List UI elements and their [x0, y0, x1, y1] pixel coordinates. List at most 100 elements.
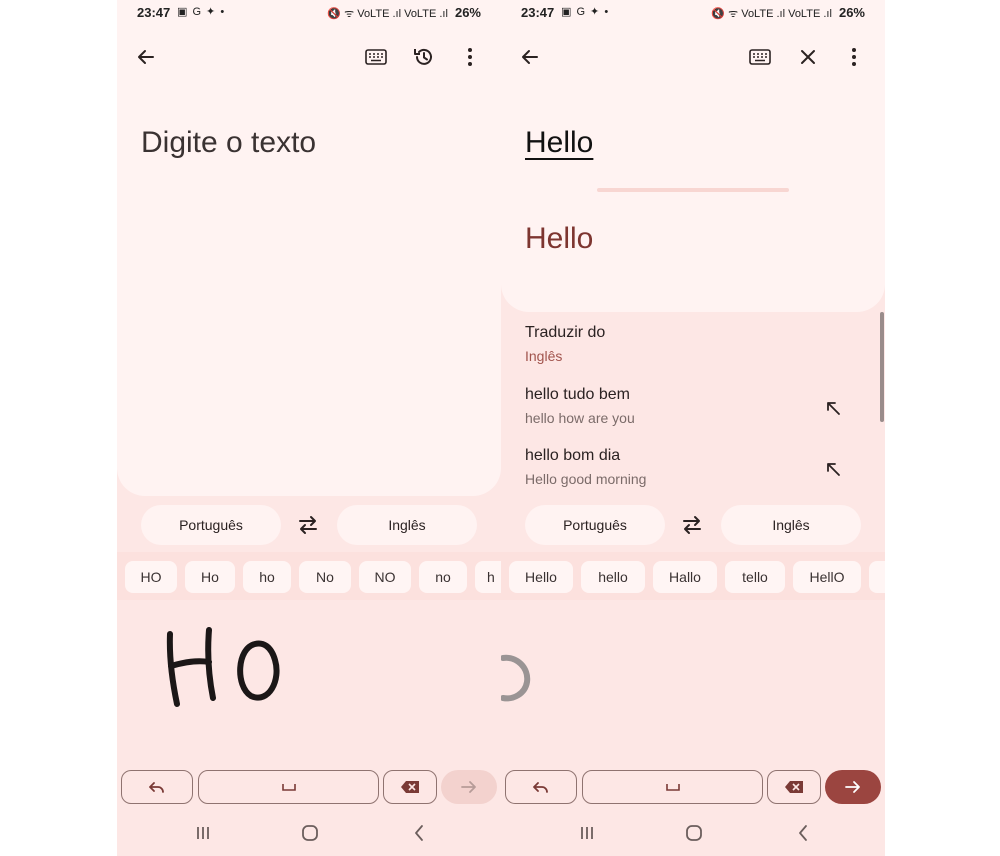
source-language-button[interactable]: Português [525, 505, 665, 545]
space-icon [281, 784, 296, 791]
arrow-up-left-icon [827, 463, 840, 476]
candidate-chip[interactable]: h [475, 561, 501, 593]
text-input-placeholder[interactable]: Digite o texto [141, 126, 316, 160]
candidate-chip[interactable]: ho [243, 561, 291, 593]
keyboard-button[interactable] [743, 40, 777, 74]
phone-screen-left: 23:47 ▣ G ✦ • 🔇 ᯤ VoLTE .ıl VoLTE .ıl 26… [117, 0, 501, 856]
language-selector-row: Português Inglês [117, 505, 501, 545]
suggestion-title: hello tudo bem [525, 386, 630, 403]
undo-icon [533, 782, 548, 793]
candidate-chip[interactable]: tello [725, 561, 785, 593]
suggestion-item[interactable]: hello tudo bem hello how are you [525, 386, 865, 426]
recent-apps-icon [581, 827, 593, 839]
undo-button[interactable] [121, 770, 193, 804]
arrow-left-icon [138, 50, 154, 64]
home-icon [686, 825, 702, 841]
phone-screen-right: 23:47 ▣ G ✦ • 🔇 ᯤ VoLTE .ıl VoLTE .ıl 26… [501, 0, 885, 856]
candidate-chips-bar: Hello hello Hallo tello HellO [501, 552, 885, 600]
status-battery: 26% [454, 5, 481, 20]
history-button[interactable] [407, 40, 441, 74]
swap-languages-button[interactable] [677, 512, 707, 538]
candidate-chip[interactable]: HO [125, 561, 177, 593]
fill-suggestion-button[interactable] [825, 400, 845, 420]
target-language-button[interactable]: Inglês [337, 505, 477, 545]
candidate-chip[interactable]: HellO [793, 561, 861, 593]
more-options-button[interactable] [837, 40, 871, 74]
undo-button[interactable] [505, 770, 577, 804]
space-icon [665, 784, 680, 791]
handwriting-toolbar [501, 770, 885, 804]
status-bar: 23:47 ▣ G ✦ • 🔇 ᯤ VoLTE .ıl VoLTE .ıl 26… [117, 0, 501, 26]
more-vert-icon [468, 48, 472, 66]
backspace-button[interactable] [767, 770, 821, 804]
status-bar: 23:47 ▣ G ✦ • 🔇 ᯤ VoLTE .ıl VoLTE .ıl 26… [501, 0, 885, 26]
backspace-button[interactable] [383, 770, 437, 804]
recent-apps-button[interactable] [191, 822, 215, 844]
suggestion-subtitle: hello how are you [525, 410, 635, 426]
candidate-chip[interactable]: NO [359, 561, 411, 593]
nav-back-button[interactable] [791, 822, 815, 844]
arrow-up-left-icon [827, 402, 840, 415]
keyboard-icon [749, 49, 771, 65]
home-button[interactable] [682, 822, 706, 844]
back-button[interactable] [513, 40, 547, 74]
handwriting-pad[interactable] [117, 600, 501, 766]
backspace-icon [401, 781, 419, 793]
source-text[interactable]: Hello [525, 126, 593, 160]
candidate-chip[interactable]: no [419, 561, 467, 593]
home-button[interactable] [298, 822, 322, 844]
target-language-button[interactable]: Inglês [721, 505, 861, 545]
handwriting-strokes [501, 654, 531, 702]
fill-suggestion-button[interactable] [825, 461, 845, 481]
status-signal-icons: 🔇 ᯤ VoLTE .ıl VoLTE .ıl [711, 8, 832, 20]
more-options-button[interactable] [453, 40, 487, 74]
nav-back-button[interactable] [407, 822, 431, 844]
translated-text: Hello [525, 222, 594, 255]
status-right: 🔇 ᯤ VoLTE .ıl VoLTE .ıl 26% [327, 5, 481, 21]
status-battery: 26% [838, 5, 865, 20]
swap-arrows-icon [683, 516, 701, 534]
chevron-left-icon [415, 825, 423, 841]
language-selector-row: Português Inglês [501, 505, 885, 545]
source-language-button[interactable]: Português [141, 505, 281, 545]
enter-button[interactable] [825, 770, 881, 804]
suggestion-item-detect-language[interactable]: Traduzir do Inglês [525, 324, 865, 364]
status-notification-icons: ▣ G ✦ • [177, 6, 226, 18]
suggestion-item[interactable]: hello bom dia Hello good morning [525, 447, 865, 487]
candidate-chip[interactable]: Hallo [653, 561, 717, 593]
candidate-chip[interactable]: Ho [185, 561, 235, 593]
candidate-chip[interactable]: Hello [509, 561, 573, 593]
suggestion-title: hello bom dia [525, 447, 621, 464]
candidate-chips-bar: HO Ho ho No NO no h [117, 552, 501, 600]
swap-languages-button[interactable] [293, 512, 323, 538]
suggestion-title: Traduzir do [525, 324, 606, 341]
keyboard-button[interactable] [359, 40, 393, 74]
clear-text-button[interactable] [791, 40, 825, 74]
system-nav-bar [501, 812, 885, 856]
enter-button[interactable] [441, 770, 497, 804]
space-button[interactable] [198, 770, 379, 804]
top-app-bar [117, 40, 501, 74]
swap-arrows-icon [299, 516, 317, 534]
suggestion-subtitle: Inglês [525, 348, 563, 364]
handwriting-toolbar [117, 770, 501, 804]
candidate-chip[interactable]: hello [581, 561, 645, 593]
home-icon [302, 825, 318, 841]
back-button[interactable] [129, 40, 163, 74]
input-card [117, 0, 501, 496]
arrow-right-icon [845, 781, 860, 793]
handwriting-pad[interactable] [501, 600, 885, 766]
candidate-chip[interactable]: No [299, 561, 351, 593]
status-signal-icons: 🔇 ᯤ VoLTE .ıl VoLTE .ıl [327, 8, 448, 20]
drag-divider[interactable] [597, 188, 789, 192]
suggestions-scrollbar[interactable] [880, 312, 884, 422]
top-app-bar [501, 40, 885, 74]
recent-apps-button[interactable] [575, 822, 599, 844]
undo-icon [149, 782, 164, 793]
handwriting-strokes [166, 627, 280, 707]
system-nav-bar [117, 812, 501, 856]
candidate-chip[interactable] [869, 561, 885, 593]
more-vert-icon [852, 48, 856, 66]
close-icon [801, 50, 815, 64]
space-button[interactable] [582, 770, 763, 804]
